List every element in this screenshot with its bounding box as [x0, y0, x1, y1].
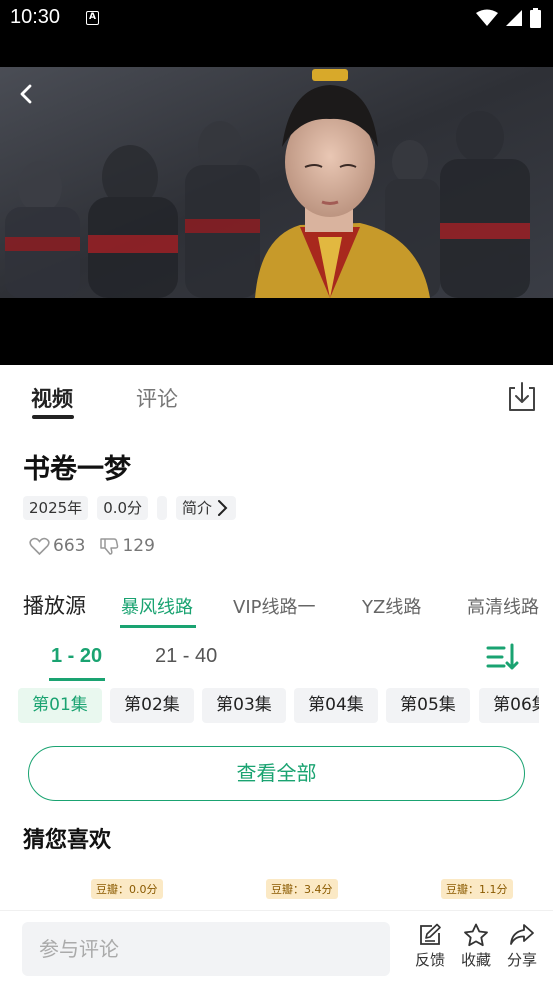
episode-button[interactable]: 第01集: [18, 688, 102, 723]
signal-icon: [506, 10, 522, 26]
show-title: 书卷一梦: [23, 454, 131, 485]
status-time: 10:30: [10, 6, 61, 28]
episode-button[interactable]: 第06集: [479, 688, 539, 723]
share-icon: [510, 924, 534, 945]
meta-row: 2025年 0.0分 简介: [23, 496, 237, 520]
like-count: 663: [53, 536, 86, 556]
favorite-button[interactable]: 收藏: [456, 923, 496, 970]
stats-row: 663 129: [29, 536, 155, 556]
dislike-count: 129: [122, 536, 155, 556]
recommend-title: 猜您喜欢: [23, 828, 112, 853]
heart-icon: [29, 537, 50, 555]
status-bar: 10:30 A: [0, 0, 553, 67]
douban-rating-badge: 豆瓣：1.1分: [441, 879, 513, 899]
thumbs-down-icon: [100, 538, 119, 555]
source-item[interactable]: VIP线路一: [233, 593, 315, 619]
status-icons: [476, 8, 541, 28]
feedback-button[interactable]: 反馈: [410, 923, 450, 970]
intro-label: 简介: [182, 499, 213, 517]
year-chip: 2025年: [23, 496, 89, 520]
star-icon: [464, 923, 488, 947]
source-item[interactable]: 高清线路: [467, 593, 539, 619]
play-source-row: 播放源 暴风线路 VIP线路一 YZ线路 高清线路: [0, 585, 553, 629]
source-item[interactable]: 暴风线路: [121, 593, 193, 619]
favorite-label: 收藏: [460, 951, 491, 969]
tab-indicator: [32, 415, 74, 419]
sort-list-icon[interactable]: [486, 642, 520, 672]
intro-button[interactable]: 简介: [176, 496, 237, 520]
video-player[interactable]: [0, 67, 553, 365]
video-frame: [0, 67, 553, 298]
range-tab-active[interactable]: 1 - 20: [51, 645, 102, 668]
edit-icon: [420, 923, 441, 945]
feedback-label: 反馈: [414, 951, 445, 969]
dislike-stat[interactable]: 129: [99, 536, 155, 556]
chevron-right-icon: [218, 500, 228, 516]
share-button[interactable]: 分享: [502, 923, 542, 970]
share-label: 分享: [506, 951, 537, 969]
rating-chip: 0.0分: [97, 496, 149, 520]
like-stat[interactable]: 663: [29, 536, 85, 556]
episode-list: 第01集 第02集 第03集 第04集 第05集 第06集: [18, 688, 539, 723]
tab-comments[interactable]: 评论: [136, 383, 178, 413]
episode-button[interactable]: 第02集: [110, 688, 194, 723]
episode-button[interactable]: 第05集: [386, 688, 470, 723]
douban-rating-badge: 豆瓣：3.4分: [266, 879, 338, 899]
episode-button[interactable]: 第03集: [202, 688, 286, 723]
episode-range-row: 1 - 20 21 - 40: [0, 638, 553, 684]
back-arrow-icon[interactable]: [14, 81, 40, 107]
empty-chip: [157, 496, 168, 520]
source-label: 播放源: [23, 594, 86, 618]
view-all-button[interactable]: 查看全部: [28, 746, 525, 801]
tab-video[interactable]: 视频: [31, 383, 73, 413]
battery-icon: [530, 8, 541, 28]
download-icon[interactable]: [505, 380, 539, 414]
recommend-badges: 豆瓣：0.0分 豆瓣：3.4分 豆瓣：1.1分: [0, 879, 553, 901]
episode-button[interactable]: 第04集: [294, 688, 378, 723]
source-item[interactable]: YZ线路: [362, 593, 421, 619]
comment-input[interactable]: [22, 922, 390, 976]
source-underline: [120, 625, 196, 628]
range-underline: [49, 678, 105, 681]
wifi-icon: [476, 9, 498, 26]
range-tab[interactable]: 21 - 40: [155, 645, 217, 668]
content-tabs: 视频 评论: [0, 365, 553, 425]
douban-rating-badge: 豆瓣：0.0分: [91, 879, 163, 899]
notification-a-icon: A: [86, 11, 99, 25]
bottom-bar: 反馈 收藏 分享: [0, 910, 553, 984]
